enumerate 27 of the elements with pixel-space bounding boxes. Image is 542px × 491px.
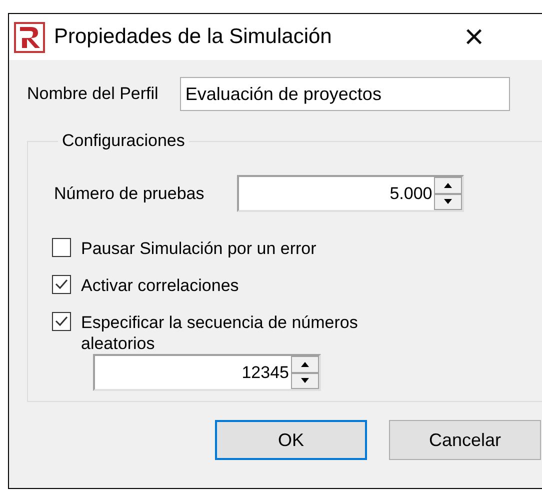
checkbox[interactable] — [52, 275, 71, 294]
profile-name-field[interactable]: Evaluación de proyectos — [180, 77, 510, 111]
profile-label: Nombre del Perfil — [27, 84, 158, 104]
seed-spinner[interactable]: 12345 — [93, 354, 321, 391]
check-icon — [55, 279, 68, 290]
close-button[interactable]: × — [442, 18, 506, 56]
check-icon — [55, 316, 68, 327]
option-label: Especificar la secuencia de números aleatorios — [81, 312, 359, 354]
down-arrow-icon — [444, 199, 452, 204]
trials-spinner[interactable]: 5.000 — [237, 175, 464, 212]
trials-label: Número de pruebas — [54, 184, 204, 204]
option-label: Pausar Simulación por un error — [81, 238, 318, 259]
window-title: Propiedades de la Simulación — [54, 25, 333, 49]
down-arrow-icon — [301, 378, 309, 384]
checkbox[interactable] — [52, 312, 71, 331]
up-arrow-icon — [301, 362, 309, 367]
spin-up-button[interactable] — [291, 356, 319, 372]
dialog-button[interactable]: Cancelar — [389, 420, 541, 460]
checkbox[interactable] — [52, 238, 71, 257]
spin-up-button[interactable] — [434, 177, 462, 194]
group-title: Configuraciones — [61, 131, 186, 151]
app-logo-icon — [14, 22, 45, 52]
dialog-button[interactable]: OK — [215, 420, 367, 460]
spin-down-button[interactable] — [434, 194, 462, 210]
up-arrow-icon — [444, 182, 452, 188]
spin-down-button[interactable] — [291, 372, 319, 389]
option-label: Activar correlaciones — [81, 275, 240, 296]
